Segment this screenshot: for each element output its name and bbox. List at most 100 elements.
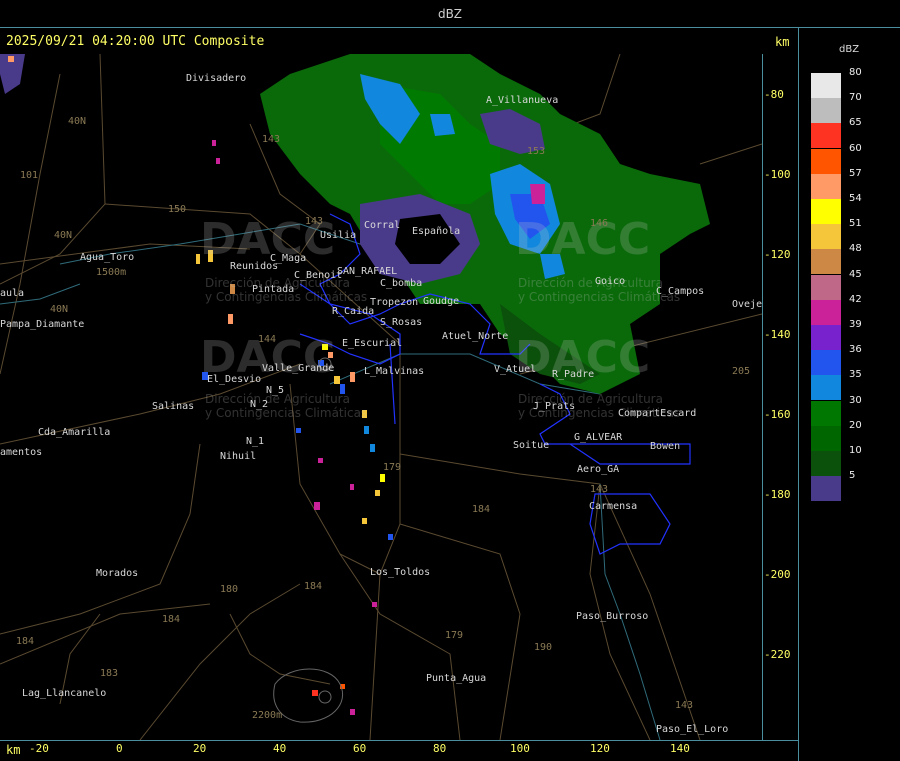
place-label: Atuel_Norte [442,331,509,342]
legend-value: 65 [849,117,862,129]
route-label: 184 [16,636,35,647]
y-tick: -200 [764,568,791,581]
place-label: Española [412,226,461,237]
place-label: R_Padre [552,369,595,380]
route-label: 40N [50,304,69,315]
place-label: amentos [0,447,43,458]
place-label: Goudge [423,296,460,307]
legend-swatch [811,400,841,426]
route-label: 190 [534,642,553,653]
legend-swatch [811,224,841,250]
timestamp-label: 2025/09/21 04:20:00 UTC Composite [6,34,265,49]
elevation-label: 2200m [252,710,283,721]
legend-swatch [811,73,841,98]
legend-unit: dBZ [839,44,860,55]
place-label: Salinas [152,401,195,412]
legend-value: 80 [849,67,862,78]
place-label: Paso_Burroso [576,611,649,622]
legend-value: 42 [849,293,862,305]
x-tick: 60 [353,742,367,755]
legend-value: 45 [849,268,862,280]
place-label: El_Desvio [207,374,262,385]
route-label: 40N [54,230,73,241]
legend-value: 10 [849,445,862,456]
legend-swatch [811,325,841,350]
route-label: 184 [304,581,323,592]
place-label: Bowen [650,441,681,452]
place-label: Corral [364,220,401,231]
route-label: 153 [527,146,546,157]
legend-value: 57 [849,167,862,179]
watermark-logo-2: DACC [515,214,651,265]
place-label: Aero_GA [577,464,620,475]
legend-value: 54 [849,193,862,204]
x-tick: -20 [29,742,49,755]
title-bar: dBZ [0,0,900,28]
route-label: 40N [68,116,87,127]
x-tick: 120 [590,742,610,755]
legend-value: 60 [849,142,862,154]
route-label: 205 [732,366,751,377]
route-label: 144 [258,334,277,345]
legend-swatch [811,350,841,376]
map-bottom-border [0,740,798,741]
route-label: 183 [100,668,119,679]
place-label: N_5 [266,385,285,396]
watermark-line1-2: Dirección de Agricultura [518,276,663,290]
route-label: 146 [590,218,609,229]
route-label: 150 [168,204,187,215]
legend-value: 20 [849,419,862,431]
place-label: A_Villanueva [486,95,559,106]
route-label: 101 [20,170,39,181]
place-label: Lag_Llancanelo [22,688,107,699]
legend-swatch [811,375,841,401]
place-label: C_Maga [270,253,307,264]
y-tick: -160 [764,408,791,421]
x-tick: 140 [670,742,690,755]
place-label: G_ALVEAR [574,432,623,443]
place-label: C_Campos [656,286,705,297]
place-label: E_Escurial [342,338,403,349]
y-tick: -80 [764,88,784,101]
y-tick: -140 [764,328,791,341]
legend-value: 39 [849,319,862,330]
legend-value: 36 [849,344,862,356]
place-label: Agua_Toro [80,252,135,263]
map-right-border [762,54,763,740]
place-label: Carmensa [589,501,638,512]
legend-swatch [811,476,841,502]
window-title: dBZ [437,7,463,21]
x-tick: 40 [273,742,287,755]
legend-swatch [811,123,841,149]
place-label: N_1 [246,436,265,447]
place-label: Nihuil [220,451,257,462]
legend-swatch [811,249,841,275]
place-label: C_Benoit [294,270,343,281]
x-tick: 100 [510,742,530,755]
x-unit-label: km [6,743,21,757]
legend-value: 48 [849,243,862,255]
x-tick: 20 [193,742,207,755]
legend-swatch [811,425,841,451]
route-label: 179 [445,630,464,641]
place-label: R_Caida [332,306,375,317]
place-label: S_Rosas [380,317,423,328]
place-label: L_Malvinas [364,366,425,377]
watermark-line2-3: y Contingencias Climáticas [205,406,368,420]
legend-swatch [811,98,841,124]
legend-panel: dBZ 80 70 65 60 57 54 51 48 45 42 39 36 35 30 20 10 5 [798,28,900,761]
x-tick: 80 [433,742,447,755]
route-label: 143 [590,484,609,495]
y-tick: -120 [764,248,791,261]
legend-value: 30 [849,394,862,406]
legend-value: 51 [849,218,862,230]
place-label: Punta_Agua [426,673,487,684]
radar-map[interactable]: DACC Dirección de Agricultura y Continge… [0,54,762,740]
legend-swatch [811,299,841,325]
place-label: Goico [595,276,626,287]
place-label: Tropezon [370,297,419,308]
place-label: Cda_Amarilla [38,427,111,438]
y-tick: -100 [764,168,791,181]
place-label: Divisadero [186,73,247,84]
y-tick: -220 [764,648,791,661]
